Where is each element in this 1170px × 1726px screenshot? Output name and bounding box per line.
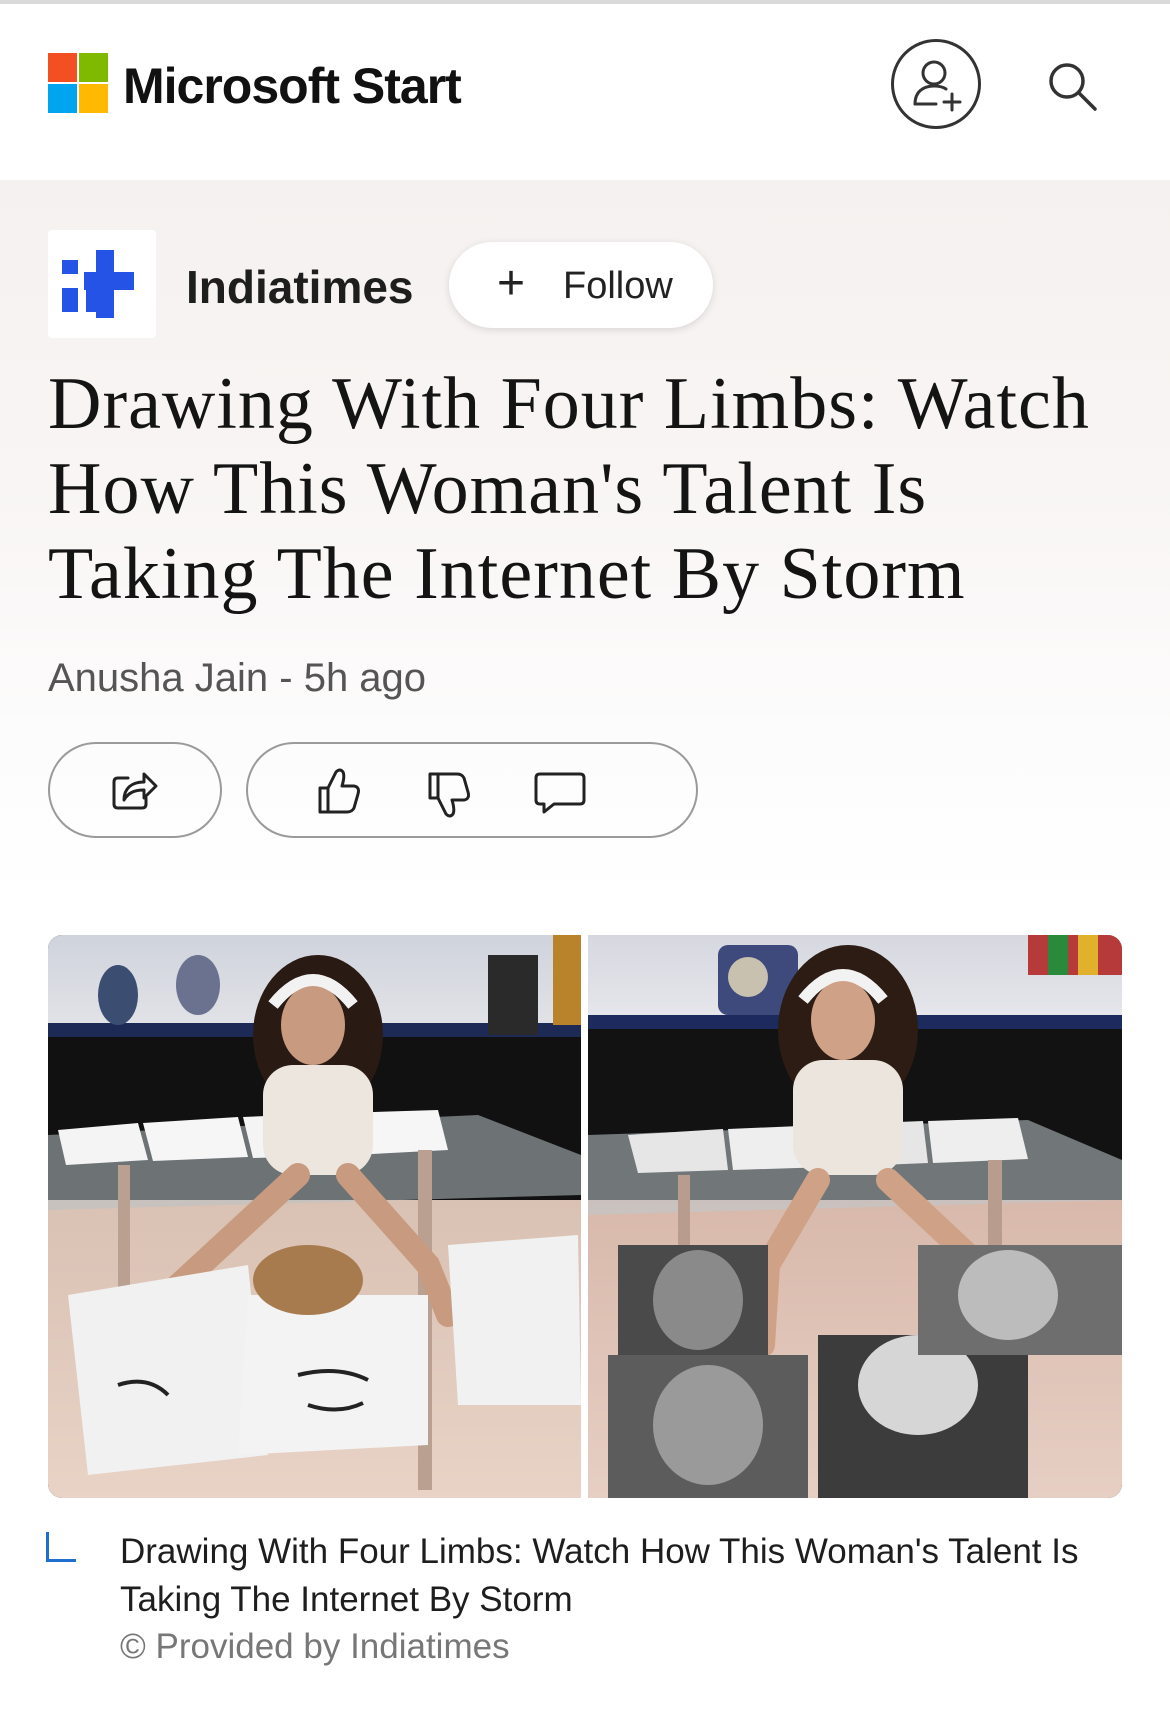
share-icon <box>112 772 158 810</box>
reaction-bar <box>246 742 698 838</box>
microsoft-logo-icon[interactable] <box>48 53 108 113</box>
article-header: Indiatimes + Follow Drawing With Four Li… <box>0 180 1170 900</box>
plus-icon: + <box>497 257 526 310</box>
image-left-panel <box>48 935 581 1498</box>
article-headline: Drawing With Four Limbs: Watch How This … <box>48 363 1090 615</box>
image-caption: Drawing With Four Limbs: Watch How This … <box>120 1532 1079 1619</box>
article-image[interactable] <box>48 935 1122 1498</box>
add-user-icon <box>913 60 962 112</box>
publisher-name[interactable]: Indiatimes <box>186 260 414 314</box>
follow-label: Follow <box>563 265 673 307</box>
search-button[interactable] <box>1045 59 1101 115</box>
share-button[interactable] <box>48 742 222 838</box>
search-icon <box>1049 63 1097 111</box>
app-header: Microsoft Start <box>0 4 1170 180</box>
follow-button[interactable]: + Follow <box>449 242 713 328</box>
thumbs-up-icon[interactable] <box>314 766 362 816</box>
publisher-logo-icon[interactable] <box>48 230 156 338</box>
comment-icon[interactable] <box>534 770 586 816</box>
article-byline: Anusha Jain - 5h ago <box>48 656 427 700</box>
image-divider <box>581 935 588 1498</box>
app-title[interactable]: Microsoft Start <box>123 56 462 116</box>
thumbs-down-icon[interactable] <box>424 770 472 820</box>
add-user-button[interactable] <box>891 39 981 129</box>
caption-marker-icon <box>46 1532 76 1562</box>
image-right-panel <box>588 935 1122 1498</box>
image-credit: © Provided by Indiatimes <box>120 1627 510 1666</box>
